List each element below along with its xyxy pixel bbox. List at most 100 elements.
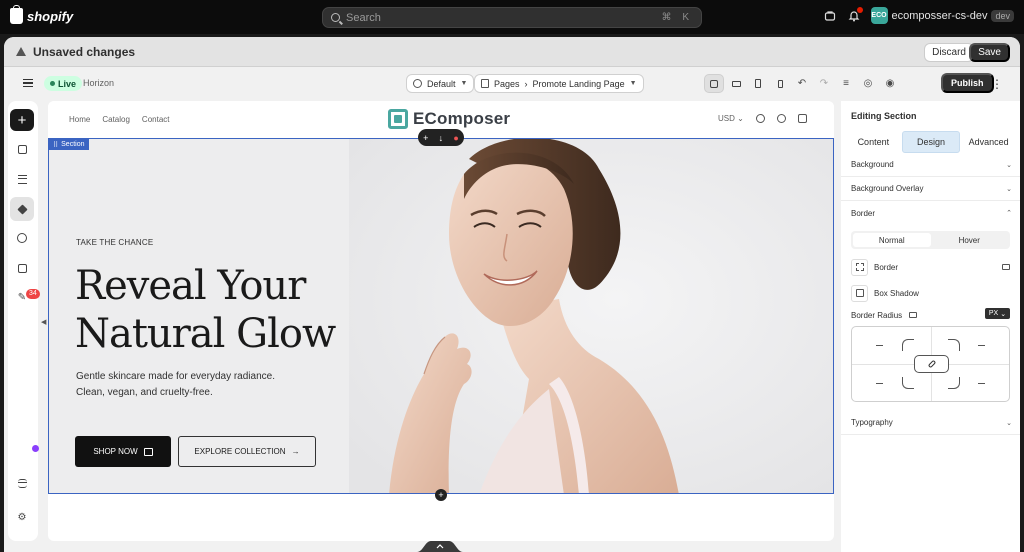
section-tag-label: Section — [61, 141, 85, 148]
site-logo[interactable]: EComposer — [388, 109, 510, 129]
notification-bell-icon[interactable] — [847, 6, 863, 23]
tab-advanced[interactable]: Advanced — [960, 131, 1017, 153]
tab-design[interactable]: Design — [901, 131, 961, 153]
link-radius-button[interactable] — [914, 355, 949, 373]
global-search[interactable]: Search ⌘ K — [322, 7, 702, 28]
live-status-label: Live — [58, 78, 77, 89]
border-property[interactable]: Border — [851, 258, 1010, 276]
hero-section[interactable]: ⠿ Section TAKE THE CHANCE Reveal Your Na… — [48, 138, 834, 494]
database-icon[interactable] — [14, 475, 30, 491]
save-button[interactable]: Save — [969, 43, 1010, 62]
more-options-icon[interactable]: ⋮ — [988, 74, 1006, 93]
device-monitor-icon[interactable] — [909, 312, 918, 318]
accordion-border-label: Border — [851, 208, 876, 218]
accordion-background[interactable]: Background ⌄ — [841, 153, 1020, 177]
site-search-icon[interactable] — [755, 114, 765, 123]
radius-bottom-right-input[interactable] — [978, 383, 985, 384]
section-tag[interactable]: ⠿ Section — [49, 139, 89, 150]
corner-bottom-left-icon — [902, 377, 914, 389]
accordion-border[interactable]: Border ⌃ — [841, 201, 1020, 225]
shopping-bag-icon — [143, 447, 153, 456]
radius-top-right-input[interactable] — [978, 345, 985, 346]
undo-icon[interactable]: ↶ — [792, 74, 812, 93]
explore-collection-label: EXPLORE COLLECTION — [194, 447, 286, 456]
store-icon[interactable] — [823, 9, 837, 23]
nav-link-home[interactable]: Home — [69, 115, 90, 124]
radius-top-left-input[interactable] — [876, 345, 883, 346]
site-nav-right: USD ⌄ — [718, 114, 807, 123]
shopify-logo[interactable]: shopify — [10, 5, 73, 24]
search-shortcut: ⌘ K — [661, 12, 693, 23]
hero-subtitle-line1: Gentle skincare made for everyday radian… — [76, 371, 275, 382]
template-select[interactable]: Default ▼ — [406, 74, 475, 93]
account-icon[interactable] — [776, 114, 786, 123]
canvas-bottom-handle[interactable] — [417, 539, 463, 552]
warning-icon — [16, 47, 26, 56]
tablet-view-icon[interactable] — [748, 74, 768, 93]
settings-sliders-icon[interactable]: ≡ — [836, 74, 856, 93]
status-dot — [32, 445, 39, 452]
unit-select[interactable]: PX ⌄ — [985, 308, 1010, 319]
chevron-down-icon: ⌄ — [1006, 161, 1012, 169]
desktop-view-icon[interactable] — [726, 74, 746, 93]
chevron-up-icon: ⌃ — [1006, 210, 1012, 217]
site-nav-links: Home Catalog Contact — [69, 115, 170, 124]
inspect-icon[interactable]: ◎ — [858, 74, 878, 93]
theme-name: Horizon — [83, 78, 115, 88]
shop-now-label: SHOP NOW — [93, 447, 138, 456]
accordion-typography[interactable]: Typography ⌄ — [841, 411, 1020, 435]
section-toolbar: + ↓ ● — [418, 129, 464, 146]
nav-link-catalog[interactable]: Catalog — [102, 115, 130, 124]
shop-now-button[interactable]: SHOP NOW — [75, 436, 171, 467]
brush-icon[interactable]: ✎ — [14, 289, 30, 305]
publish-button[interactable]: Publish — [941, 73, 994, 93]
shopify-topbar: shopify Search ⌘ K ECO ecomposser-cs-dev… — [0, 0, 1024, 34]
layers-icon[interactable] — [10, 197, 34, 221]
redo-icon[interactable]: ↷ — [814, 74, 834, 93]
arrow-right-icon: → — [291, 447, 300, 456]
chevron-down-icon: ▼ — [460, 80, 468, 87]
template-select-value: Default — [427, 78, 456, 89]
delete-section-icon[interactable]: ● — [453, 133, 458, 143]
cart-icon[interactable] — [797, 114, 807, 123]
mobile-view-icon[interactable] — [770, 74, 790, 93]
preview-eye-icon[interactable]: ◉ — [880, 74, 900, 93]
state-hover[interactable]: Hover — [931, 233, 1009, 247]
page-select[interactable]: Pages › Promote Landing Page ▼ — [474, 74, 644, 93]
explore-collection-button[interactable]: EXPLORE COLLECTION → — [178, 436, 316, 467]
nav-link-contact[interactable]: Contact — [142, 115, 170, 124]
box-shadow-property[interactable]: Box Shadow — [851, 284, 1010, 302]
chevron-down-icon: ⌄ — [1000, 310, 1007, 318]
hero-subtitle: Gentle skincare made for everyday radian… — [76, 369, 275, 401]
move-down-icon[interactable]: ↓ — [439, 133, 444, 143]
hero-model-image — [349, 139, 833, 493]
store-switcher[interactable]: ECO ecomposser-cs-dev dev — [870, 7, 1014, 24]
left-sidebar: + 34 ✎ ⚙ — [8, 101, 40, 541]
sections-icon[interactable] — [14, 171, 30, 187]
page-canvas: Home Catalog Contact EComposer USD ⌄ ⠿ S… — [48, 101, 834, 541]
add-section-below-button[interactable]: + — [435, 489, 447, 501]
hero-title-line2: Natural Glow — [75, 311, 336, 357]
add-element-button[interactable]: + — [10, 109, 34, 131]
history-clock-icon[interactable] — [14, 230, 30, 246]
tab-content[interactable]: Content — [845, 131, 902, 153]
state-normal[interactable]: Normal — [853, 233, 931, 247]
menu-icon[interactable] — [23, 79, 33, 87]
hero-eyebrow: TAKE THE CHANCE — [76, 238, 154, 247]
gear-icon[interactable]: ⚙ — [14, 509, 30, 525]
layout-toggle-icon[interactable] — [704, 74, 724, 93]
page-icon — [481, 79, 489, 88]
accordion-background-overlay[interactable]: Background Overlay ⌄ — [841, 177, 1020, 201]
elements-icon[interactable] — [14, 141, 30, 157]
border-label: Border — [874, 262, 899, 272]
currency-select[interactable]: USD ⌄ — [718, 114, 744, 123]
chevron-down-icon: ⌄ — [1006, 419, 1012, 427]
chevron-down-icon: ⌄ — [1006, 185, 1012, 193]
seo-search-icon[interactable] — [14, 260, 30, 276]
radius-bottom-left-input[interactable] — [876, 383, 883, 384]
discard-button[interactable]: Discard — [924, 43, 974, 62]
pages-label: Pages — [494, 78, 520, 89]
corner-top-right-icon — [948, 339, 960, 351]
add-section-above-icon[interactable]: + — [423, 133, 428, 143]
collapse-sidebar-icon[interactable]: ◀ — [41, 318, 46, 326]
